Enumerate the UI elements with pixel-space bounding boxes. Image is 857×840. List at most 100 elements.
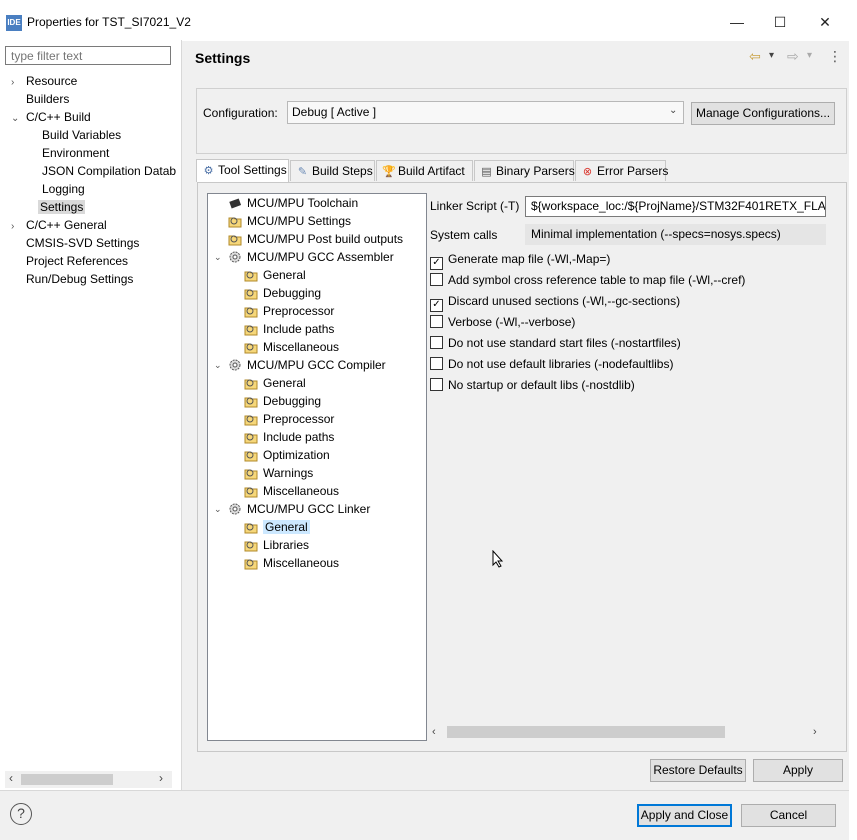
apply-and-close-button[interactable]: Apply and Close [637,804,732,827]
collapse-icon[interactable]: ⌄ [214,360,222,371]
checkbox-label: Do not use standard start files (-nostar… [448,336,681,350]
checkbox[interactable] [430,273,443,286]
apply-button[interactable]: Apply [753,759,843,782]
view-menu-icon[interactable]: ⋮ [828,48,842,65]
folder-gear-icon [244,556,258,570]
scroll-left-icon[interactable]: ‹ [9,771,13,785]
tree-node-asm-include-paths[interactable]: Include paths [244,320,334,338]
chevron-down-icon[interactable]: ⌄ [669,105,677,116]
nav-item-cpp-general[interactable]: › C/C++ General [11,216,107,234]
tree-node-asm-general[interactable]: General [244,266,306,284]
tree-node-asm-debugging[interactable]: Debugging [244,284,321,302]
checkbox-label: No startup or default libs (-nostdlib) [448,378,635,392]
folder-gear-icon [244,304,258,318]
nav-item-project-references[interactable]: Project References [26,252,128,270]
back-arrow-icon[interactable]: ⇦ [749,48,761,65]
forward-history-dropdown-icon[interactable]: ▾ [807,50,812,61]
collapse-icon[interactable]: ⌄ [214,252,222,263]
cancel-button[interactable]: Cancel [741,804,836,827]
tree-node-label: Preprocessor [263,412,335,426]
tree-node-cc-include-paths[interactable]: Include paths [244,428,334,446]
nav-item-run-debug[interactable]: Run/Debug Settings [26,270,133,288]
help-icon[interactable]: ? [10,803,32,825]
tree-node-label: Miscellaneous [263,556,340,570]
checkbox[interactable]: ✓ [430,299,443,312]
folder-gear-icon [244,412,258,426]
scroll-left-icon[interactable]: ‹ [432,726,436,738]
tree-node-label: General [263,268,306,282]
tree-node-gcc-linker[interactable]: MCU/MPU GCC Linker [228,500,370,518]
option-discard-unused-sections[interactable]: ✓ Discard unused sections (-Wl,--gc-secti… [430,294,680,312]
option-generate-map-file[interactable]: ✓ Generate map file (-Wl,-Map=) [430,252,610,270]
system-calls-select[interactable]: Minimal implementation (--specs=nosys.sp… [525,224,826,245]
tree-node-gcc-assembler[interactable]: MCU/MPU GCC Assembler [228,248,394,266]
nav-item-logging[interactable]: Logging [42,180,85,198]
tree-node-cc-general[interactable]: General [244,374,306,392]
checkbox[interactable] [430,336,443,349]
tree-node-label: Optimization [263,448,330,462]
checkbox[interactable]: ✓ [430,257,443,270]
option-cref-table[interactable]: Add symbol cross reference table to map … [430,273,745,287]
collapse-icon[interactable]: ⌄ [11,110,26,128]
close-window-button[interactable]: ✕ [803,8,847,36]
tree-node-ld-libraries[interactable]: Libraries [244,536,309,554]
nav-item-build-variables[interactable]: Build Variables [42,126,121,144]
tab-binary-parsers[interactable]: ▤ Binary Parsers [474,160,575,181]
option-nodefaultlibs[interactable]: Do not use default libraries (-nodefault… [430,357,673,371]
nav-item-builders[interactable]: Builders [26,90,69,108]
tab-label: Build Artifact [398,164,465,178]
nav-item-resource[interactable]: › Resource [11,72,77,90]
minimize-button[interactable]: — [715,8,759,36]
tree-node-cc-debugging[interactable]: Debugging [244,392,321,410]
checkbox[interactable] [430,315,443,328]
nav-scroll-thumb[interactable] [21,774,113,785]
nav-item-environment[interactable]: Environment [42,144,109,162]
option-nostdlib[interactable]: No startup or default libs (-nostdlib) [430,378,635,392]
nav-item-cpp-build[interactable]: ⌄ C/C++ Build [11,108,91,126]
nav-item-json-compilation[interactable]: JSON Compilation Datab [42,162,176,180]
manage-configurations-button[interactable]: Manage Configurations... [691,102,835,125]
tree-node-cc-warnings[interactable]: Warnings [244,464,313,482]
option-nostartfiles[interactable]: Do not use standard start files (-nostar… [430,336,681,350]
scroll-right-icon[interactable]: › [159,771,163,785]
filter-input[interactable] [5,46,171,65]
forward-arrow-icon[interactable]: ⇨ [787,48,799,65]
tab-build-artifact[interactable]: 🏆 Build Artifact [376,160,473,181]
restore-defaults-button[interactable]: Restore Defaults [650,759,746,782]
tree-node-ld-miscellaneous[interactable]: Miscellaneous [244,554,339,572]
options-scroll-thumb[interactable] [447,726,725,738]
linker-script-input[interactable]: ${workspace_loc:/${ProjName}/STM32F401RE… [525,196,826,217]
tab-build-steps[interactable]: ✎ Build Steps [290,160,375,181]
tree-node-ld-general[interactable]: General [244,518,310,536]
scroll-right-icon[interactable]: › [813,726,817,738]
tab-label: Build Steps [312,164,373,178]
tree-node-mcu-post-build[interactable]: MCU/MPU Post build outputs [228,230,403,248]
back-history-dropdown-icon[interactable]: ▾ [769,50,774,61]
folder-gear-icon [244,538,258,552]
configuration-select[interactable]: Debug [ Active ] [287,101,684,124]
tab-tool-settings[interactable]: ⚙ Tool Settings [196,159,289,182]
tree-node-mcu-toolchain[interactable]: MCU/MPU Toolchain [228,194,358,212]
checkbox-label: Generate map file (-Wl,-Map=) [448,252,611,266]
option-verbose[interactable]: Verbose (-Wl,--verbose) [430,315,575,329]
maximize-button[interactable]: ☐ [758,8,802,36]
chip-icon [228,196,242,210]
tab-error-parsers[interactable]: ⊗ Error Parsers [575,160,668,181]
checkbox[interactable] [430,357,443,370]
tree-node-asm-preprocessor[interactable]: Preprocessor [244,302,334,320]
expand-icon[interactable]: › [11,218,26,236]
checkbox-label: Do not use default libraries (-nodefault… [448,357,674,371]
tree-node-cc-optimization[interactable]: Optimization [244,446,330,464]
nav-item-cmsis-svd[interactable]: CMSIS-SVD Settings [26,234,139,252]
tree-node-cc-preprocessor[interactable]: Preprocessor [244,410,334,428]
tree-node-asm-miscellaneous[interactable]: Miscellaneous [244,338,339,356]
folder-gear-icon [244,466,258,480]
folder-gear-icon [244,268,258,282]
checkbox[interactable] [430,378,443,391]
tree-node-mcu-settings[interactable]: MCU/MPU Settings [228,212,351,230]
nav-item-settings[interactable]: Settings [38,198,86,216]
expand-icon[interactable]: › [11,74,26,92]
tree-node-gcc-compiler[interactable]: MCU/MPU GCC Compiler [228,356,386,374]
collapse-icon[interactable]: ⌄ [214,504,222,515]
tree-node-cc-miscellaneous[interactable]: Miscellaneous [244,482,339,500]
